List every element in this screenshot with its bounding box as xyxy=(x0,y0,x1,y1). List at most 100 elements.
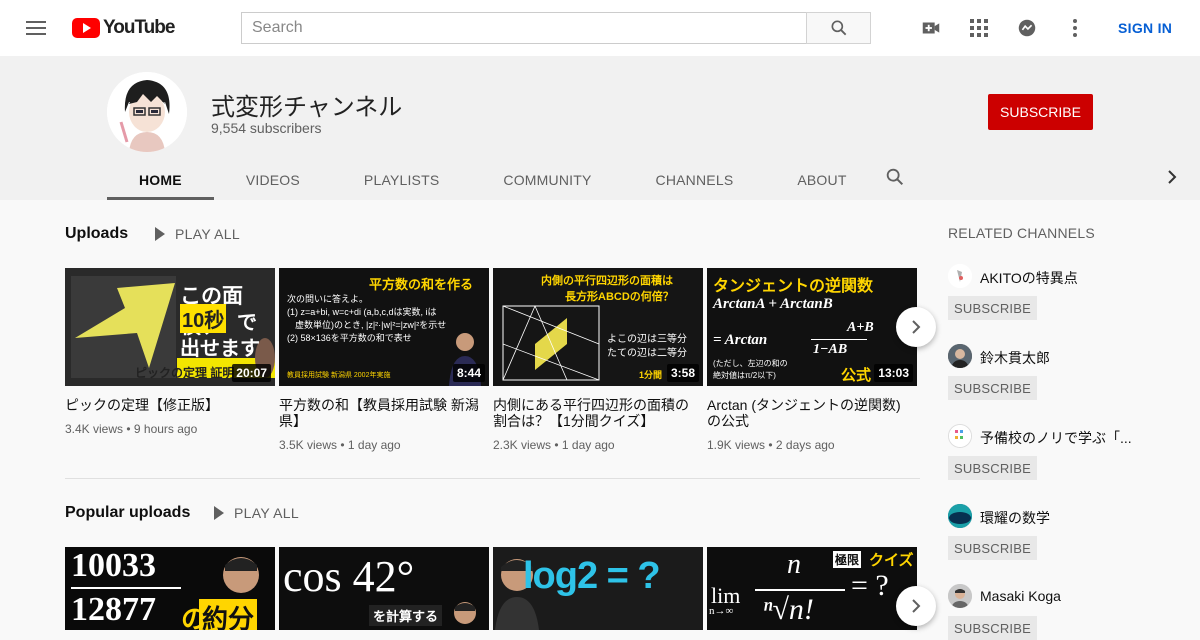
video-meta: 3.5K views • 1 day ago xyxy=(279,438,401,452)
fraction-bar xyxy=(811,339,867,340)
tab-channels[interactable]: CHANNELS xyxy=(624,160,766,200)
play-all-label: PLAY ALL xyxy=(175,226,240,242)
video-title[interactable]: Arctan (タンジェントの逆関数)の公式 xyxy=(707,397,907,429)
uploads-play-all-button[interactable]: PLAY ALL xyxy=(155,226,240,242)
channel-tabs: HOME VIDEOS PLAYLISTS COMMUNITY CHANNELS… xyxy=(107,160,879,200)
thumb-text: = ? xyxy=(851,569,889,602)
thumb-text: A+B xyxy=(847,320,874,335)
related-channel-name[interactable]: 環耀の数学 xyxy=(980,508,1050,528)
chevron-right-icon xyxy=(912,599,921,613)
presenter-figure xyxy=(454,602,476,624)
apps-icon[interactable] xyxy=(967,16,991,40)
youtube-logo[interactable]: YouTube xyxy=(72,17,175,39)
thumb-text: ⁿ√n! xyxy=(763,593,814,626)
video-meta: 2.3K views • 1 day ago xyxy=(493,438,615,452)
channel-header: 式変形チャンネル 9,554 subscribers SUBSCRIBE HOM… xyxy=(0,56,1200,200)
thumb-text: 極限 xyxy=(833,551,862,568)
thumb-text: (1) z=a+bi, w=c+di (a,b,c,dは実数, iは xyxy=(287,307,437,317)
channel-search-icon[interactable] xyxy=(884,166,906,193)
thumb-text: 教員採用試験 新潟県 2002年実施 xyxy=(287,372,391,379)
related-channels-heading: RELATED CHANNELS xyxy=(948,225,1095,241)
thumb-text: log2 = ? xyxy=(523,555,661,597)
parallelogram-diagram xyxy=(502,305,600,381)
chevron-right-icon[interactable] xyxy=(1164,166,1180,193)
video-title[interactable]: 平方数の和【教員採用試験 新潟県】 xyxy=(279,397,479,429)
thumb-text: cos 42° xyxy=(283,552,415,601)
related-subscribe-button[interactable]: SUBSCRIBE xyxy=(948,536,1037,560)
video-title[interactable]: ピックの定理【修正版】 xyxy=(65,397,265,413)
sign-in-button[interactable]: SIGN IN xyxy=(1118,20,1172,36)
thumb-text: 約分 xyxy=(199,599,258,630)
video-thumbnail[interactable]: この面積、 10秒 で 出せます ピックの定理 証明 20:07 xyxy=(65,268,275,386)
top-bar: YouTube Search SIGN IN xyxy=(0,0,1200,56)
channel-avatar[interactable] xyxy=(948,264,972,288)
thumb-text: 虚数単位)のとき, |z|²·|w|²=|zw|²を示せ xyxy=(295,320,447,330)
thumb-text: を計算する xyxy=(369,605,443,626)
channel-avatar[interactable] xyxy=(948,344,972,368)
search-icon xyxy=(831,20,846,36)
fraction-bar xyxy=(755,589,845,591)
thumb-text: 1分間 xyxy=(639,370,663,380)
video-duration: 3:58 xyxy=(666,364,699,382)
menu-icon[interactable] xyxy=(24,16,48,40)
next-videos-button[interactable] xyxy=(896,307,936,347)
play-icon xyxy=(214,506,224,520)
video-thumbnail[interactable]: 内側の平行四辺形の面積は 長方形ABCDの何倍？ よこの辺は三等分 たての辺は二… xyxy=(493,268,703,386)
thumb-text: n→∞ xyxy=(709,605,734,617)
uploads-title[interactable]: Uploads xyxy=(65,225,128,243)
related-subscribe-button[interactable]: SUBSCRIBE xyxy=(948,376,1037,400)
video-title[interactable]: 内側にある平行四辺形の面積の割合は？【1分間クイズ】 xyxy=(493,397,693,429)
thumb-text: 12877 xyxy=(71,591,156,628)
thumb-text: (ただし、左辺の和の xyxy=(713,359,788,368)
fraction-bar xyxy=(71,587,181,589)
related-channel-name[interactable]: 鈴木貫太郎 xyxy=(980,348,1050,368)
related-channel-name[interactable]: AKITOの特異点 xyxy=(980,268,1078,288)
video-thumbnail[interactable]: cos 42° を計算する xyxy=(279,547,489,630)
thumb-text: = Arctan xyxy=(713,332,768,348)
search-button[interactable] xyxy=(806,12,871,44)
video-thumbnail[interactable]: 平方数の和を作る 次の問いに答えよ。 (1) z=a+bi, w=c+di (a… xyxy=(279,268,489,386)
video-duration: 13:03 xyxy=(874,364,913,382)
create-video-icon[interactable] xyxy=(919,16,943,40)
video-meta: 3.4K views • 9 hours ago xyxy=(65,422,198,436)
related-subscribe-button[interactable]: SUBSCRIBE xyxy=(948,456,1037,480)
video-duration: 8:44 xyxy=(452,364,485,382)
related-subscribe-button[interactable]: SUBSCRIBE xyxy=(948,616,1037,640)
thumb-text: 内側の平行四辺形の面積は xyxy=(541,275,673,287)
messages-icon[interactable] xyxy=(1015,16,1039,40)
tab-home[interactable]: HOME xyxy=(107,160,214,200)
video-thumbnail[interactable]: 10033 12877 の 約分 xyxy=(65,547,275,630)
channel-avatar[interactable] xyxy=(948,424,972,448)
chevron-right-icon xyxy=(912,320,921,334)
search-input[interactable]: Search xyxy=(241,12,807,44)
next-popular-button[interactable] xyxy=(896,586,936,626)
related-channel-name[interactable]: Masaki Koga xyxy=(980,588,1061,604)
thumb-text: 10秒 xyxy=(180,304,227,333)
thumb-text: 1−AB xyxy=(813,342,848,357)
thumb-text: 10033 xyxy=(71,547,156,584)
tab-community[interactable]: COMMUNITY xyxy=(471,160,623,200)
subscribe-button[interactable]: SUBSCRIBE xyxy=(988,94,1093,130)
thumb-text: ピックの定理 証明 xyxy=(135,366,235,380)
channel-avatar[interactable] xyxy=(107,72,187,152)
tab-videos[interactable]: VIDEOS xyxy=(214,160,332,200)
thumb-text: 次の問いに答えよ。 xyxy=(287,294,369,304)
play-all-label: PLAY ALL xyxy=(234,505,299,521)
channel-avatar[interactable] xyxy=(948,504,972,528)
thumb-text: タンジェントの逆関数 xyxy=(713,278,874,295)
thumb-text: たての辺は二等分 xyxy=(607,348,687,359)
related-channel-name[interactable]: 予備校のノリで学ぶ「... xyxy=(980,428,1132,448)
video-thumbnail[interactable]: 極限 クイズ lim n→∞ n ⁿ√n! = ? xyxy=(707,547,917,630)
related-subscribe-button[interactable]: SUBSCRIBE xyxy=(948,296,1037,320)
popular-play-all-button[interactable]: PLAY ALL xyxy=(214,505,299,521)
more-icon[interactable] xyxy=(1063,16,1087,40)
thumb-text: 長方形ABCDの何倍？ xyxy=(565,291,674,303)
tab-playlists[interactable]: PLAYLISTS xyxy=(332,160,471,200)
thumb-text: よこの辺は三等分 xyxy=(607,334,687,345)
popular-uploads-title[interactable]: Popular uploads xyxy=(65,504,190,522)
tab-about[interactable]: ABOUT xyxy=(765,160,878,200)
thumb-text: n xyxy=(787,549,801,580)
channel-avatar[interactable] xyxy=(948,584,972,608)
video-thumbnail[interactable]: log2 = ? xyxy=(493,547,703,630)
video-thumbnail[interactable]: タンジェントの逆関数 ArctanA + ArctanB = Arctan A+… xyxy=(707,268,917,386)
